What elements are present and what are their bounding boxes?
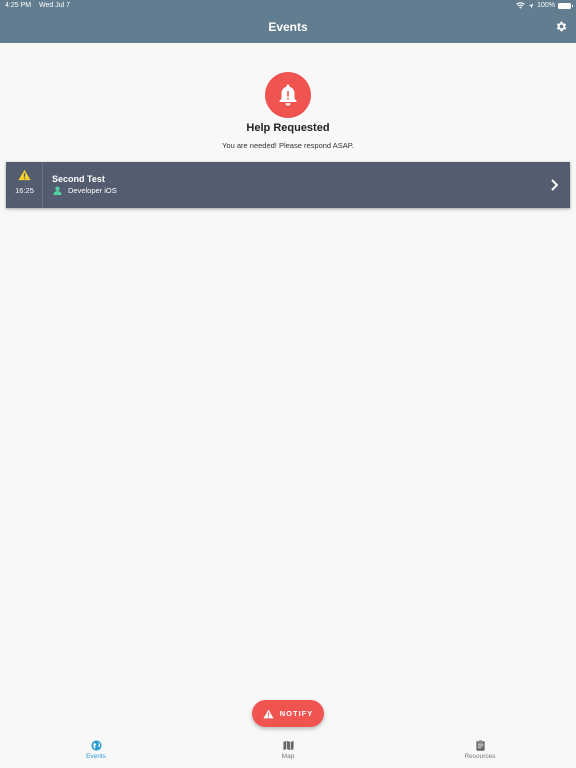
- event-title: Second Test: [52, 174, 105, 184]
- help-requested-subtitle: You are needed! Please respond ASAP.: [222, 141, 354, 150]
- warning-icon: [18, 169, 31, 181]
- event-user: Developer iOS: [68, 186, 117, 195]
- tab-label: Events: [86, 753, 106, 760]
- globe-icon: [90, 740, 102, 751]
- help-requested-title: Help Requested: [246, 122, 330, 134]
- clipboard-icon: [475, 740, 485, 751]
- tab-map[interactable]: Map: [248, 740, 328, 760]
- tab-label: Resources: [464, 753, 496, 760]
- tab-resources[interactable]: Resources: [440, 740, 520, 760]
- chevron-right-icon: [551, 179, 558, 191]
- event-row[interactable]: 16:25 Second Test Developer iOS: [6, 162, 570, 208]
- tab-bar: Events Map Resources: [0, 735, 576, 768]
- alert-bell-badge: [265, 72, 311, 118]
- event-time: 16:25: [15, 186, 34, 195]
- battery-percent: 100%: [537, 2, 555, 9]
- notify-button[interactable]: NOTIFY: [252, 700, 324, 727]
- page-title: Events: [268, 20, 308, 34]
- battery-icon: [558, 2, 573, 9]
- status-date: Wed Jul 7: [39, 2, 71, 9]
- gear-icon[interactable]: [555, 20, 568, 33]
- app-header: 4:25 PM Wed Jul 7 100% Events: [0, 0, 576, 43]
- status-bar: 4:25 PM Wed Jul 7 100%: [0, 0, 576, 12]
- map-icon: [282, 740, 294, 751]
- status-time: 4:25 PM: [5, 2, 32, 9]
- user-icon: [53, 186, 62, 195]
- bell-icon: [279, 84, 297, 106]
- wifi-icon: [516, 2, 525, 9]
- location-icon: [528, 3, 534, 8]
- notify-button-label: NOTIFY: [279, 709, 314, 718]
- tab-events[interactable]: Events: [56, 740, 136, 760]
- warning-icon: [263, 709, 274, 718]
- event-row-status: 16:25: [6, 162, 43, 208]
- tab-label: Map: [281, 753, 295, 760]
